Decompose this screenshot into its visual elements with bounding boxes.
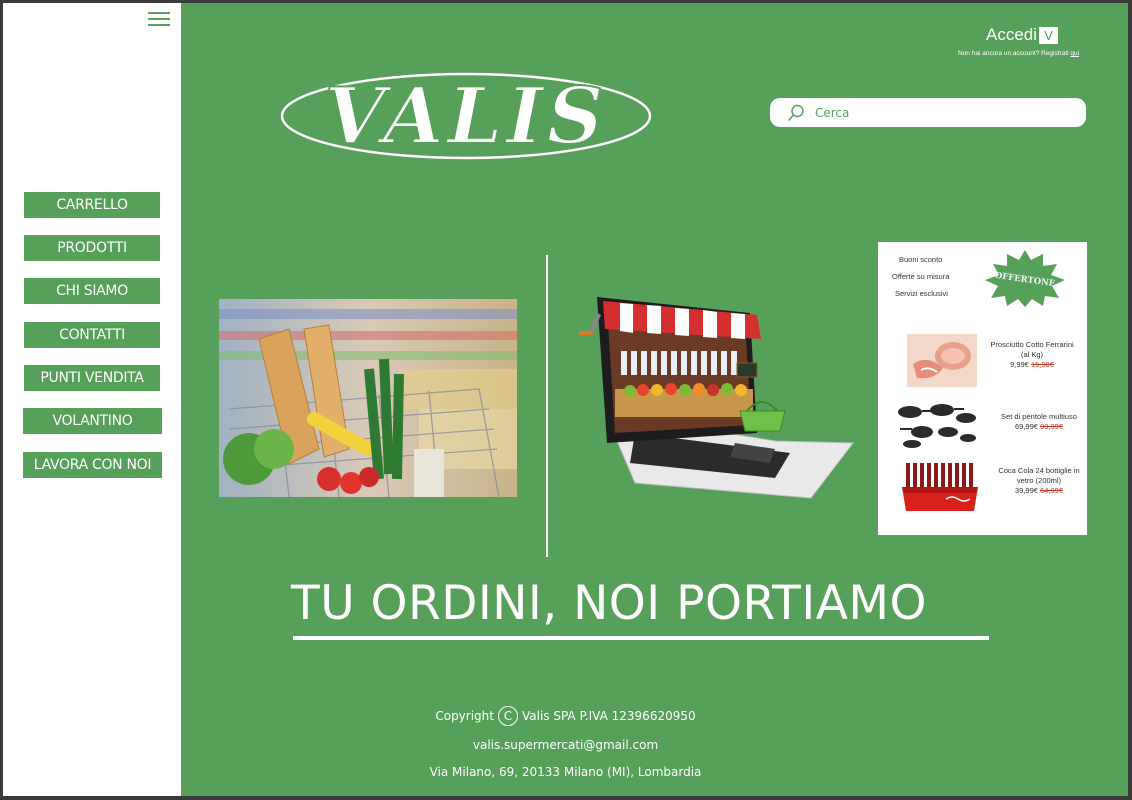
search-input[interactable] (815, 105, 1065, 120)
product-coca-cola-name: Coca Cola 24 bottiglie in vetro (200ml) (998, 466, 1080, 485)
login-label: Accedi (986, 25, 1038, 44)
offertone-badge[interactable]: OFFERTONE (983, 248, 1067, 308)
register-link[interactable]: qui (1070, 50, 1079, 57)
coca-cola-image[interactable] (900, 459, 980, 515)
nav-volantino-button[interactable]: VOLANTINO (23, 408, 162, 434)
product-pentole-old-price: 99,99€ (1040, 422, 1063, 431)
page-frame: CARRELLO PRODOTTI CHI SIAMO CONTATTI PUN… (3, 3, 1128, 796)
product-pentole-name: Set di pentole multiuso (1001, 412, 1077, 421)
copyright-icon: C (497, 706, 518, 726)
laptop-shop-illustration (579, 297, 854, 499)
chevron-down-icon: V (1039, 26, 1059, 44)
nav-lavora-con-noi-button[interactable]: LAVORA CON NOI (23, 452, 162, 478)
promo-link-offerte-su-misura[interactable]: Offerte su misura (892, 272, 949, 281)
pentole-image[interactable] (892, 398, 982, 450)
footer-copyright: Copyright C Valis SPA P.IVA 12396620950 (3, 706, 1128, 726)
hamburger-icon[interactable] (148, 12, 170, 28)
register-prompt: Non hai ancora un account? Registrati qu… (958, 50, 1079, 57)
product-prosciutto-old-price: 15,98€ (1030, 360, 1054, 369)
search-icon (787, 104, 804, 121)
nav-punti-vendita-button[interactable]: PUNTI VENDITA (24, 365, 160, 391)
promo-link-servizi-esclusivi[interactable]: Servizi esclusivi (895, 289, 948, 298)
register-text: Non hai ancora un account? Registrati (958, 50, 1069, 57)
prosciutto-image[interactable] (907, 334, 977, 387)
logo-text: VALIS (325, 71, 608, 161)
login-button[interactable]: Accedi V (986, 25, 1059, 45)
hero-tagline: TU ORDINI, NOI PORTIAMO (291, 576, 927, 631)
footer-email[interactable]: valis.supermercati@gmail.com (3, 738, 1128, 752)
product-prosciutto-name: Prosciutto Cotto Ferrarini (al Kg) (990, 340, 1074, 359)
product-pentole-price: 69,99€ (1015, 422, 1038, 431)
company-info: Valis SPA P.IVA 12396620950 (521, 709, 696, 723)
product-pentole[interactable]: Set di pentole multiuso 69,99€ 99,99€ (994, 412, 1084, 432)
product-coca-cola-old-price: 64,99€ (1040, 486, 1063, 495)
promo-link-buoni-sconto[interactable]: Buoni sconto (899, 255, 942, 264)
hero-underline (293, 636, 989, 640)
product-coca-cola[interactable]: Coca Cola 24 bottiglie in vetro (200ml) … (994, 466, 1084, 496)
promo-panel: Buoni sconto Offerte su misura Servizi e… (878, 242, 1087, 535)
footer-address: Via Milano, 69, 20133 Milano (MI), Lomba… (429, 765, 702, 779)
sidebar: CARRELLO PRODOTTI CHI SIAMO CONTATTI PUN… (3, 3, 181, 796)
product-prosciutto[interactable]: Prosciutto Cotto Ferrarini (al Kg) 9,99€… (988, 340, 1076, 370)
nav-carrello-button[interactable]: CARRELLO (24, 192, 160, 218)
search-bar[interactable] (770, 98, 1086, 127)
product-coca-cola-price: 39,99€ (1015, 486, 1038, 495)
grocery-cart-image (219, 299, 517, 497)
valis-logo[interactable]: VALIS (278, 71, 654, 161)
product-prosciutto-price: 9,99€ (1010, 360, 1029, 369)
copyright-label: Copyright (435, 709, 494, 723)
nav-contatti-button[interactable]: CONTATTI (24, 322, 160, 348)
nav-chi-siamo-button[interactable]: CHI SIAMO (24, 278, 160, 304)
vertical-divider (546, 255, 548, 557)
nav-prodotti-button[interactable]: PRODOTTI (24, 235, 160, 261)
